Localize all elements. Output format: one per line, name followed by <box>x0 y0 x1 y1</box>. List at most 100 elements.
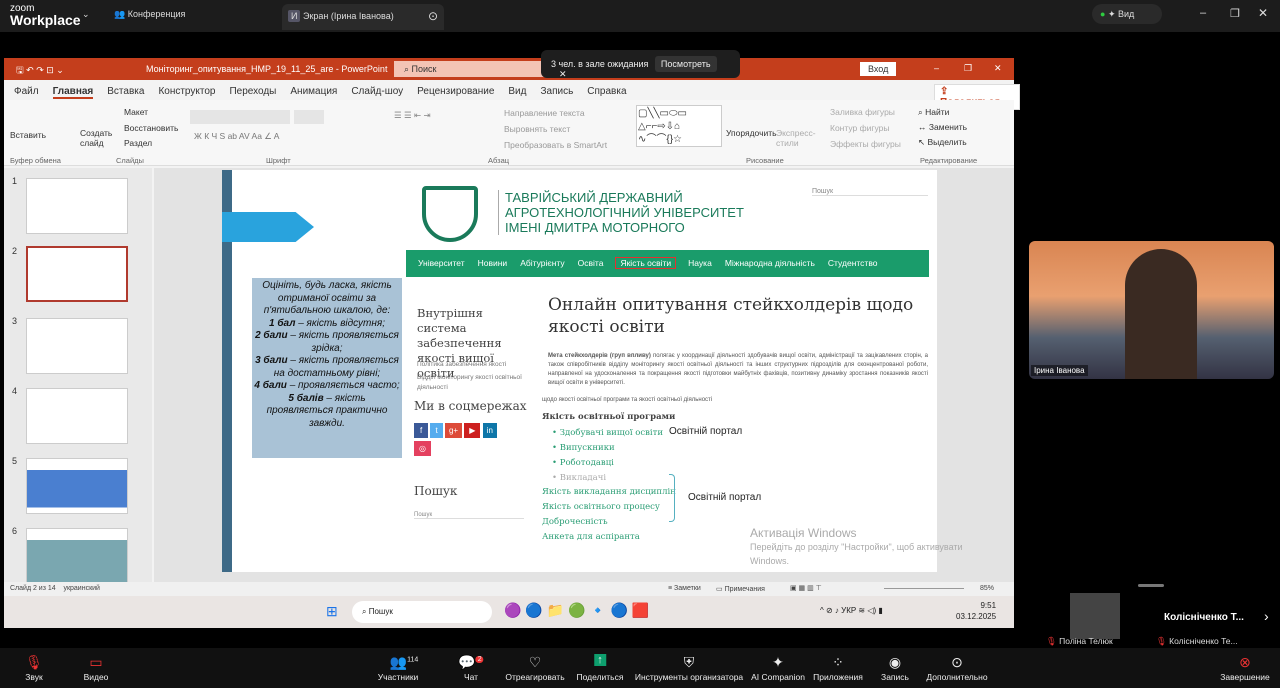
chat-button[interactable]: Чат <box>464 672 478 682</box>
quick-styles-button[interactable]: Экспресс-стили <box>776 128 816 148</box>
text-direction-button[interactable]: Направление текста <box>504 108 585 118</box>
tab-transitions[interactable]: Переходы <box>229 86 276 97</box>
record-icon[interactable]: ◉ <box>889 654 901 671</box>
language[interactable]: украинский <box>63 585 100 592</box>
tab-view[interactable]: Вид <box>508 86 526 97</box>
list-buttons[interactable]: ☰ ☰ ⇤ ⇥ <box>394 110 431 121</box>
arrange-button[interactable]: Упорядочить <box>726 128 777 138</box>
find-button[interactable]: ⌕ Найти <box>918 107 949 118</box>
zoom-slider[interactable] <box>884 588 964 589</box>
list-item[interactable]: • Викладачі <box>552 471 663 486</box>
search-box[interactable]: ⌕ Поиск <box>394 61 564 77</box>
host-tools-button[interactable]: Инструменты организатора <box>635 672 743 682</box>
tab-file[interactable]: Файл <box>14 86 39 97</box>
windows-start-icon[interactable]: ⊞ <box>326 603 338 620</box>
ai-companion-button[interactable]: AI Companion <box>751 672 805 682</box>
tab-insert[interactable]: Вставка <box>107 86 144 97</box>
link[interactable]: Анкета для аспіранта <box>542 530 676 545</box>
end-icon[interactable]: ⊗ <box>1239 654 1251 671</box>
main-video-tile[interactable]: Ірина Іванова <box>1029 241 1274 379</box>
resize-handle[interactable] <box>1138 584 1164 587</box>
audio-button[interactable]: Звук <box>25 672 42 682</box>
section-button[interactable]: Раздел <box>124 138 152 148</box>
clock[interactable]: 9:51 03.12.2025 <box>956 600 996 622</box>
font-format-buttons[interactable]: Ж К Ч S ab AV Aa ∠ A <box>194 131 279 142</box>
meeting-tab[interactable]: 👥 Конференция <box>114 9 185 20</box>
tab-review[interactable]: Рецензирование <box>417 86 494 97</box>
minimize-icon[interactable]: – <box>1200 7 1206 19</box>
tab-home[interactable]: Главная <box>52 86 94 99</box>
tab-help[interactable]: Справка <box>587 86 626 97</box>
apps-button[interactable]: Приложения <box>813 672 863 682</box>
chevron-down-icon[interactable]: ⌄ <box>82 9 90 20</box>
shapes-gallery[interactable]: ▢╲╲▭⬭▭ △⌐⌐⇨⇩⌂ ∿⌒⌒{}☆ <box>636 105 722 147</box>
restore-icon[interactable]: ❐ <box>964 63 972 74</box>
list-item[interactable]: • Роботодавці <box>552 456 663 471</box>
share-icon[interactable]: ↑ <box>594 654 606 666</box>
minimize-icon[interactable]: – <box>934 63 939 73</box>
select-button[interactable]: ↖ Выделить <box>918 137 967 148</box>
tray-icons[interactable]: ^ ⊘ ♪ УКР ≋ ◁) ▮ <box>820 606 883 615</box>
restore-icon[interactable]: ❐ <box>1230 7 1240 20</box>
notes-button[interactable]: ≡ Заметки <box>668 585 701 592</box>
quick-access-icons[interactable]: 🖫 ↶ ↷ ⊡ ⌄ <box>16 63 64 79</box>
link[interactable]: Якість викладання дисциплін <box>542 485 676 500</box>
tab-animation[interactable]: Анимация <box>290 86 337 97</box>
close-icon[interactable]: ✕ <box>559 69 567 79</box>
shield-icon[interactable]: ⛨ <box>684 654 695 671</box>
replace-button[interactable]: ↔ Заменить <box>918 122 967 132</box>
chat-icon[interactable]: 💬 2 <box>458 654 484 671</box>
shape-fill-button[interactable]: Заливка фигуры <box>830 107 895 117</box>
signin-button[interactable]: Вход <box>860 62 897 76</box>
more-icon[interactable]: ⊙ <box>951 654 963 671</box>
slide-thumb-3[interactable] <box>26 318 128 374</box>
shape-outline-button[interactable]: Контур фигуры <box>830 123 889 133</box>
reset-button[interactable]: Восстановить <box>124 123 178 133</box>
chevron-right-icon[interactable]: › <box>1264 608 1269 624</box>
view-waiting-button[interactable]: Посмотреть <box>654 56 717 72</box>
apps-icon[interactable]: ⁘ <box>832 654 844 671</box>
slide-thumbnails[interactable]: 1 2 3 4 5 6 <box>4 168 152 584</box>
share-tab[interactable]: И Экран (Ірина Іванова) ⊙ <box>282 4 444 30</box>
more-button[interactable]: Дополнительно <box>926 672 987 682</box>
align-text-button[interactable]: Выровнять текст <box>504 124 570 134</box>
record-button[interactable]: Запись <box>881 672 909 682</box>
shape-effects-button[interactable]: Эффекты фигуры <box>830 139 901 149</box>
font-size-select[interactable] <box>294 110 324 124</box>
participants-icon[interactable]: 👥114 <box>390 654 419 671</box>
heart-icon[interactable]: ♡ <box>529 654 542 671</box>
slide-thumb-4[interactable] <box>26 388 128 444</box>
font-name-select[interactable] <box>190 110 290 124</box>
video-off-icon[interactable]: ▭ <box>89 654 102 671</box>
tab-design[interactable]: Конструктор <box>158 86 215 97</box>
view-control[interactable]: ● ✦ Вид <box>1092 4 1162 24</box>
slide-thumb-6[interactable] <box>26 528 128 584</box>
list-item[interactable]: • Випускники <box>552 441 663 456</box>
sparkle-icon[interactable]: ✦ <box>772 654 784 671</box>
paste-button[interactable]: Вставить <box>10 130 46 140</box>
participants-button[interactable]: Участники <box>378 672 419 682</box>
layout-button[interactable]: Макет <box>124 107 148 117</box>
end-meeting-button[interactable]: Завершение <box>1220 672 1269 682</box>
mic-muted-icon[interactable]: 🎙 <box>25 654 43 671</box>
smartart-button[interactable]: Преобразовать в SmartArt <box>504 140 607 150</box>
taskbar-search[interactable]: ⌕ Пошук <box>352 601 492 623</box>
new-slide-button[interactable]: Создать слайд <box>80 128 112 148</box>
video-button[interactable]: Видео <box>84 672 109 682</box>
taskbar-apps[interactable]: 🟣 🔵 📁 🟢 🔹 🔵 🟥 <box>504 602 649 619</box>
share-screen-button[interactable]: Поделиться <box>577 672 624 682</box>
close-icon[interactable]: ✕ <box>994 63 1002 74</box>
react-button[interactable]: Отреагировать <box>505 672 564 682</box>
link[interactable]: Доброчесність <box>542 515 676 530</box>
comments-button[interactable]: ▭ Примечания <box>716 585 765 593</box>
close-icon[interactable]: ✕ <box>1258 6 1268 20</box>
slide-thumb-5[interactable] <box>26 458 128 514</box>
tab-slideshow[interactable]: Слайд-шоу <box>351 86 403 97</box>
tab-record[interactable]: Запись <box>540 86 573 97</box>
participant-thumb[interactable] <box>1070 593 1120 639</box>
link[interactable]: Якість освітнього процесу <box>542 500 676 515</box>
view-buttons[interactable]: ▣ ▦ ▥ ⊤ <box>790 584 822 592</box>
slide-thumb-2[interactable] <box>26 246 128 302</box>
more-icon[interactable]: ⊙ <box>428 9 438 23</box>
slide-thumb-1[interactable] <box>26 178 128 234</box>
